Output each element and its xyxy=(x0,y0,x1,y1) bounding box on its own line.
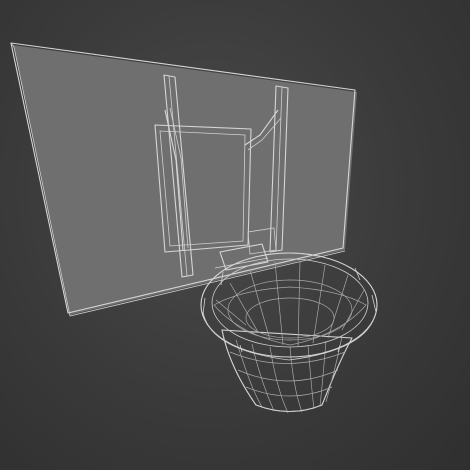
net-body xyxy=(221,329,353,412)
rim-inner-cone xyxy=(213,286,367,346)
net[interactable] xyxy=(221,329,353,414)
backboard-back-face xyxy=(13,45,357,315)
scene-canvas[interactable] xyxy=(0,0,470,470)
3d-viewport[interactable] xyxy=(0,0,470,470)
